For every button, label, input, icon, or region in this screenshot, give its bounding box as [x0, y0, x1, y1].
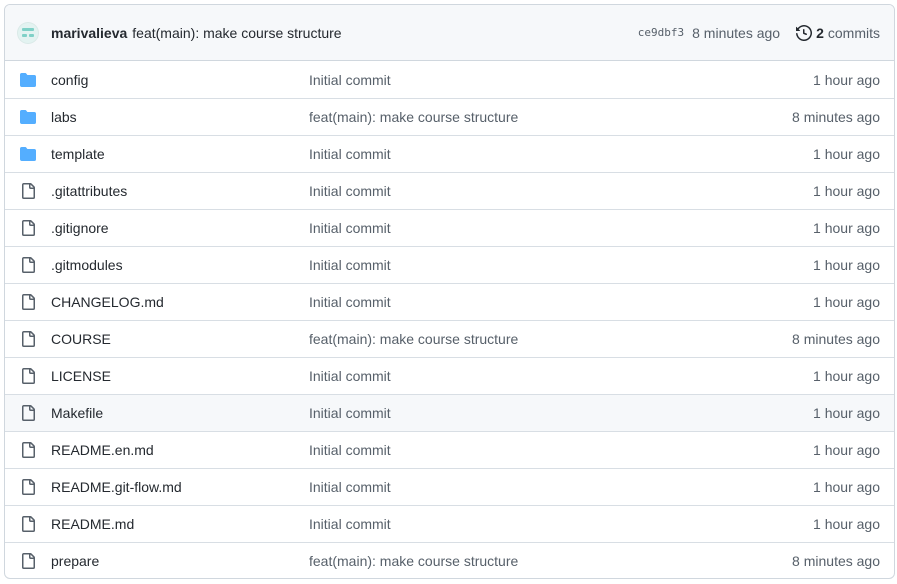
file-commit-message-link[interactable]: feat(main): make course structure [309, 553, 792, 569]
file-row[interactable]: .gitignore Initial commit 1 hour ago [5, 209, 894, 246]
file-commit-message-link[interactable]: Initial commit [309, 479, 813, 495]
commit-history-link[interactable]: 2 commits [796, 25, 880, 41]
file-name-link[interactable]: README.md [51, 516, 309, 532]
file-commit-time: 1 hour ago [813, 368, 880, 384]
file-commit-message-link[interactable]: Initial commit [309, 257, 813, 273]
file-name-link[interactable]: prepare [51, 553, 309, 569]
file-name-link[interactable]: COURSE [51, 331, 309, 347]
file-commit-message-link[interactable]: Initial commit [309, 442, 813, 458]
file-name-link[interactable]: .gitignore [51, 220, 309, 236]
file-icon [20, 220, 36, 236]
file-icon [20, 257, 36, 273]
file-commit-message-link[interactable]: feat(main): make course structure [309, 109, 792, 125]
file-commit-time: 1 hour ago [813, 479, 880, 495]
file-name-link[interactable]: LICENSE [51, 368, 309, 384]
avatar[interactable] [17, 21, 39, 44]
file-commit-message-link[interactable]: Initial commit [309, 294, 813, 310]
file-commit-message-link[interactable]: Initial commit [309, 146, 813, 162]
file-row[interactable]: README.md Initial commit 1 hour ago [5, 505, 894, 542]
file-icon [20, 183, 36, 199]
folder-icon [20, 146, 36, 162]
file-icon [20, 442, 36, 458]
file-commit-message-link[interactable]: Initial commit [309, 183, 813, 199]
file-row[interactable]: template Initial commit 1 hour ago [5, 135, 894, 172]
file-commit-time: 1 hour ago [813, 516, 880, 532]
file-commit-time: 8 minutes ago [792, 553, 880, 569]
file-name-link[interactable]: .gitattributes [51, 183, 309, 199]
file-name-link[interactable]: labs [51, 109, 309, 125]
file-row[interactable]: .gitmodules Initial commit 1 hour ago [5, 246, 894, 283]
file-commit-message-link[interactable]: Initial commit [309, 72, 813, 88]
commit-author-link[interactable]: marivalieva [51, 25, 127, 41]
file-commit-message-link[interactable]: Initial commit [309, 368, 813, 384]
file-list: config Initial commit 1 hour ago labs feat(m… [5, 61, 894, 578]
file-commit-message-link[interactable]: Initial commit [309, 516, 813, 532]
file-icon [20, 294, 36, 310]
file-commit-message-link[interactable]: feat(main): make course structure [309, 331, 792, 347]
file-row[interactable]: README.en.md Initial commit 1 hour ago [5, 431, 894, 468]
file-icon [20, 553, 36, 569]
commit-count-label: commits [827, 24, 880, 41]
file-name-link[interactable]: Makefile [51, 405, 309, 421]
folder-icon [20, 109, 36, 125]
file-commit-time: 1 hour ago [813, 146, 880, 162]
file-row[interactable]: prepare feat(main): make course structure… [5, 542, 894, 578]
file-commit-time: 1 hour ago [813, 294, 880, 310]
file-row[interactable]: CHANGELOG.md Initial commit 1 hour ago [5, 283, 894, 320]
commit-sha-link[interactable]: ce9dbf3 [638, 26, 684, 39]
file-name-link[interactable]: README.git-flow.md [51, 479, 309, 495]
file-name-link[interactable]: .gitmodules [51, 257, 309, 273]
file-row[interactable]: .gitattributes Initial commit 1 hour ago [5, 172, 894, 209]
file-row[interactable]: LICENSE Initial commit 1 hour ago [5, 357, 894, 394]
commit-message-link[interactable]: feat(main): make course structure [132, 25, 341, 41]
file-commit-message-link[interactable]: Initial commit [309, 220, 813, 236]
file-icon [20, 368, 36, 384]
file-commit-time: 1 hour ago [813, 442, 880, 458]
file-name-link[interactable]: CHANGELOG.md [51, 294, 309, 310]
file-commit-time: 8 minutes ago [792, 109, 880, 125]
latest-commit-bar: marivalieva feat(main): make course stru… [5, 5, 894, 61]
file-row[interactable]: README.git-flow.md Initial commit 1 hour a… [5, 468, 894, 505]
file-commit-time: 1 hour ago [813, 71, 880, 88]
file-name-link[interactable]: README.en.md [51, 442, 309, 458]
file-row[interactable]: COURSE feat(main): make course structure 8… [5, 320, 894, 357]
file-icon [20, 479, 36, 495]
file-commit-message-link[interactable]: Initial commit [309, 405, 813, 421]
file-row[interactable]: labs feat(main): make course structure 8 m… [5, 98, 894, 135]
history-icon [796, 24, 813, 41]
folder-icon [20, 72, 36, 88]
file-icon [20, 516, 36, 532]
file-row[interactable]: config Initial commit 1 hour ago [5, 61, 894, 98]
file-name-link[interactable]: template [51, 146, 309, 162]
commit-count: 2 [816, 24, 824, 41]
file-browser: marivalieva feat(main): make course stru… [4, 4, 895, 579]
file-name-link[interactable]: config [51, 72, 309, 88]
file-commit-time: 1 hour ago [813, 220, 880, 236]
file-commit-time: 1 hour ago [813, 405, 880, 421]
file-commit-time: 1 hour ago [813, 257, 880, 273]
file-icon [20, 331, 36, 347]
commit-time: 8 minutes ago [692, 24, 781, 41]
file-icon [20, 405, 36, 421]
file-commit-time: 8 minutes ago [792, 331, 880, 347]
file-commit-time: 1 hour ago [813, 183, 880, 199]
file-row[interactable]: Makefile Initial commit 1 hour ago [5, 394, 894, 431]
